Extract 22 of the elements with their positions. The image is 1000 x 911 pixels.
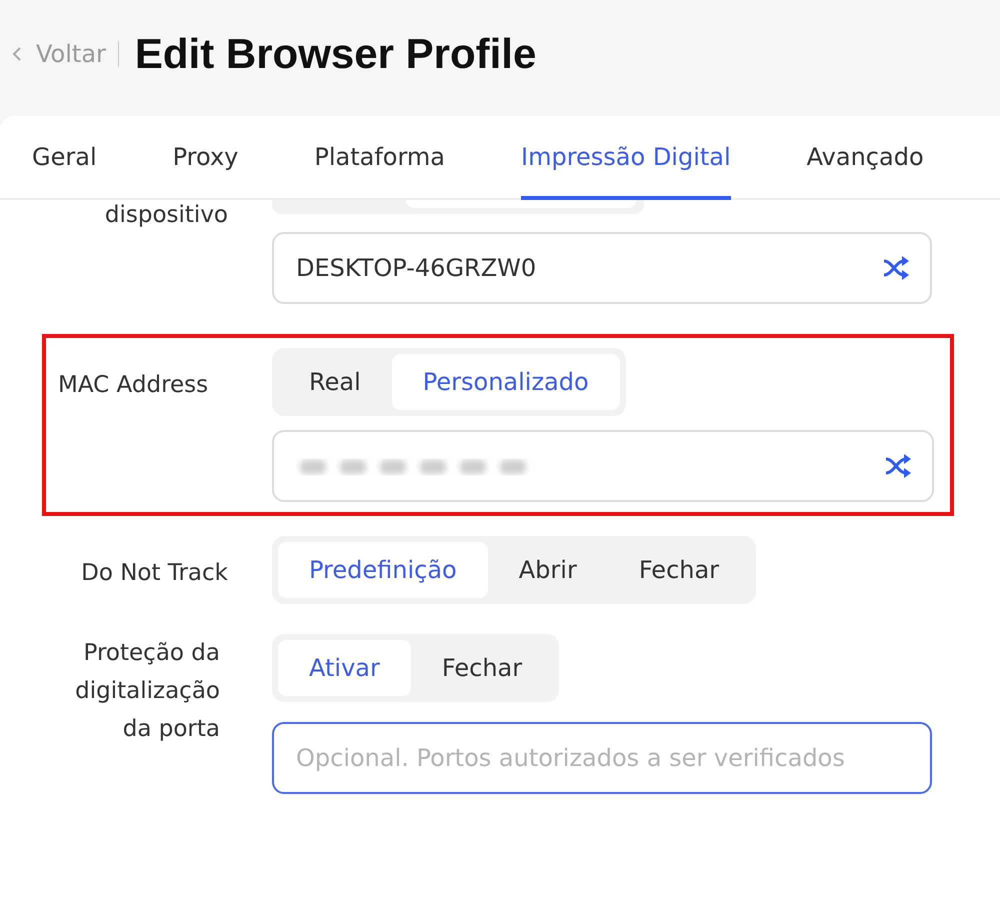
input-field[interactable]: DESKTOP-46GRZW0 (272, 232, 932, 304)
field-label: dispositivo (104, 202, 228, 230)
segment-option[interactable]: Predefinição (278, 542, 488, 598)
tab[interactable]: Avançado (806, 116, 924, 200)
segment-option[interactable]: Fechar (410, 640, 554, 696)
field-label: MAC Address (57, 371, 210, 400)
tab[interactable]: Proxy (172, 116, 238, 200)
segment-option[interactable]: Abrir (488, 542, 608, 598)
segment-option[interactable]: Fechar (608, 542, 750, 598)
segment-option[interactable]: Personalizado (392, 354, 620, 410)
shuffle-icon[interactable] (882, 256, 910, 280)
input-field[interactable]: Opcional. Portos autorizados a ser verificados (272, 722, 932, 794)
page-title: Edit Browser Profile (134, 30, 536, 78)
tab[interactable]: Geral (32, 116, 97, 200)
chevron-left-icon (12, 46, 22, 62)
tab[interactable]: Plataforma (314, 116, 445, 200)
segment-option[interactable]: Ativar (278, 640, 411, 696)
device-name-value: DESKTOP-46GRZW0 (296, 254, 536, 282)
field-label: Proteção da digitalização da porta (74, 639, 221, 744)
field-label: Do Not Track (80, 559, 228, 588)
shuffle-icon[interactable] (884, 454, 912, 478)
segment-option[interactable]: Real (278, 354, 392, 410)
